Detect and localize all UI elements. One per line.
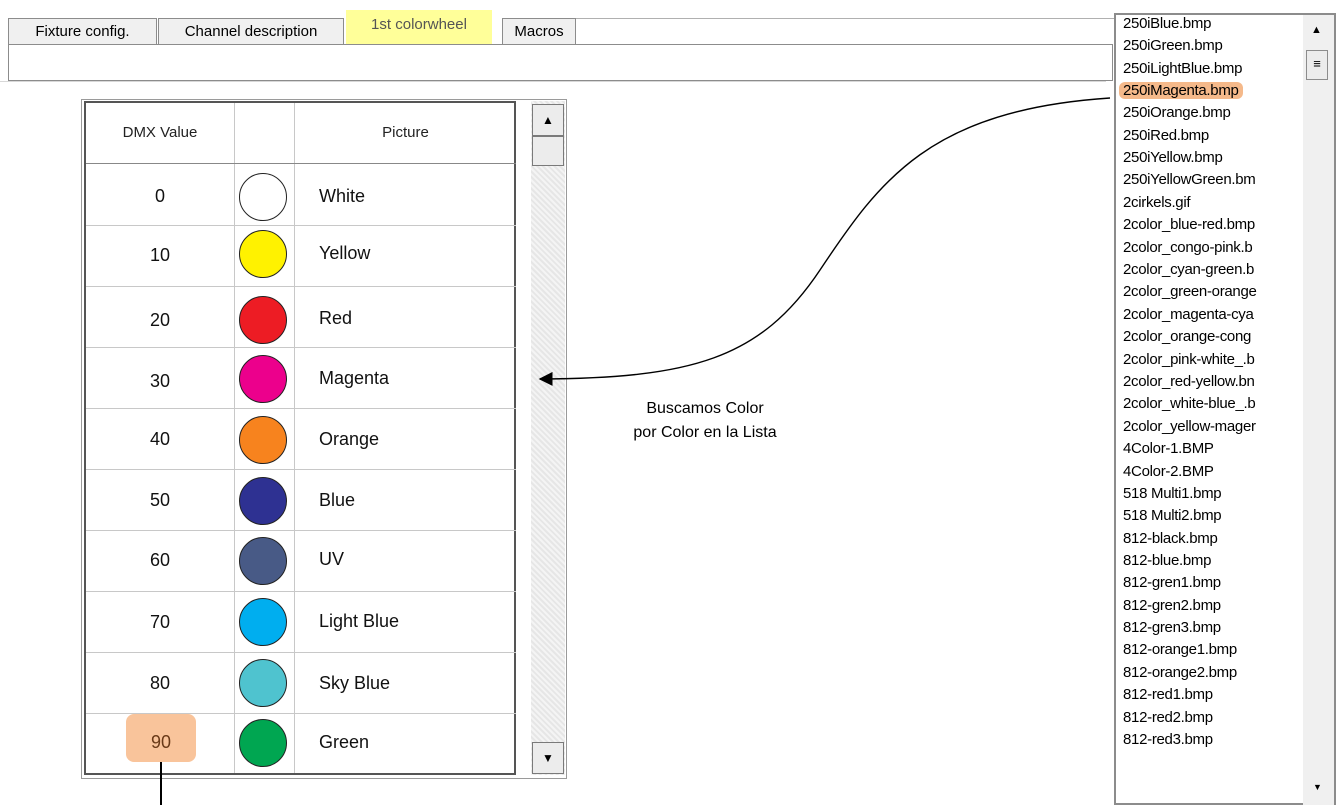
annotation-arrow	[538, 97, 1111, 386]
